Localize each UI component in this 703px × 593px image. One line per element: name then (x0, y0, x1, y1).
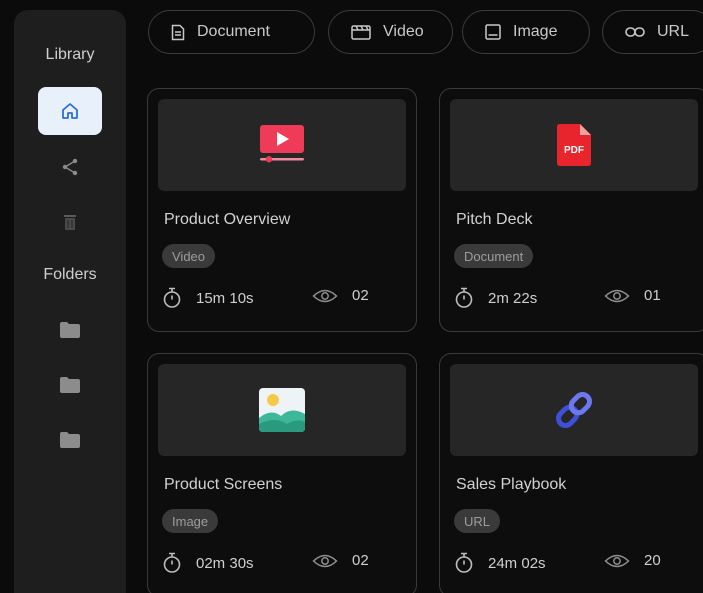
stopwatch-icon (455, 552, 473, 573)
picture-icon (259, 388, 305, 432)
views: 02 (312, 287, 369, 304)
duration-value: 15m 10s (196, 289, 254, 307)
pdf-icon: PDF (557, 124, 591, 166)
image-icon (485, 24, 501, 40)
views-value: 01 (644, 287, 661, 304)
folders-heading: Folders (43, 266, 97, 283)
duration: 2m 22s (454, 287, 537, 309)
content-card-sales-playbook[interactable]: Sales Playbook URL 24m 02s 20 (439, 353, 703, 593)
views: 20 (604, 552, 661, 569)
filter-image[interactable]: Image (462, 10, 590, 54)
card-title: Pitch Deck (456, 211, 533, 228)
stopwatch-icon (163, 552, 181, 573)
sidebar: Library Folders (14, 10, 126, 593)
share-icon (62, 158, 78, 176)
stopwatch-icon (163, 287, 181, 308)
video-player-icon (260, 125, 304, 163)
filter-document[interactable]: Document (148, 10, 315, 54)
svg-text:PDF: PDF (564, 145, 584, 156)
type-badge: Image (162, 509, 219, 533)
link-icon (625, 27, 645, 37)
card-thumbnail (158, 99, 406, 191)
duration-value: 2m 22s (488, 289, 538, 307)
eye-icon (604, 289, 630, 302)
card-title: Sales Playbook (456, 476, 567, 493)
card-thumbnail (450, 364, 698, 456)
content-card-product-overview[interactable]: Product Overview Video 15m 10s 02 (147, 88, 417, 332)
library-page: Library Folders Document Video Image URL… (0, 0, 703, 593)
duration: 15m 10s (162, 287, 254, 309)
duration-value: 02m 30s (196, 554, 254, 572)
views: 02 (312, 552, 369, 569)
filter-video[interactable]: Video (328, 10, 453, 54)
type-badge: Document (454, 244, 534, 268)
home-icon (62, 103, 78, 119)
sidebar-folder-3[interactable] (38, 416, 102, 464)
sidebar-item-share[interactable] (38, 143, 102, 191)
views: 01 (604, 287, 661, 304)
card-thumbnail (158, 364, 406, 456)
folder-icon (60, 377, 80, 393)
duration-value: 24m 02s (488, 554, 546, 572)
eye-icon (312, 554, 338, 567)
duration: 24m 02s (454, 552, 546, 574)
card-title: Product Overview (164, 211, 291, 228)
card-title: Product Screens (164, 476, 283, 493)
filter-label: Image (513, 23, 558, 40)
sidebar-item-trash[interactable] (38, 198, 102, 246)
filter-label: Video (383, 23, 424, 40)
folder-icon (60, 432, 80, 448)
trash-icon (64, 215, 76, 230)
stopwatch-icon (455, 287, 473, 308)
views-value: 02 (352, 287, 369, 304)
sidebar-folder-1[interactable] (38, 306, 102, 354)
document-icon (171, 24, 185, 40)
type-badge: URL (454, 509, 501, 533)
sidebar-folder-2[interactable] (38, 361, 102, 409)
eye-icon (604, 554, 630, 567)
folder-icon (60, 322, 80, 338)
filter-label: Document (197, 23, 270, 40)
eye-icon (312, 289, 338, 302)
views-value: 20 (644, 552, 661, 569)
content-card-pitch-deck[interactable]: PDF Pitch Deck Document 2m 22s 01 (439, 88, 703, 332)
filter-label: URL (657, 23, 690, 40)
video-icon (351, 25, 371, 40)
views-value: 02 (352, 552, 369, 569)
duration: 02m 30s (162, 552, 254, 574)
card-thumbnail: PDF (450, 99, 698, 191)
chain-link-icon (556, 392, 592, 428)
content-card-product-screens[interactable]: Product Screens Image 02m 30s 02 (147, 353, 417, 593)
type-badge: Video (162, 244, 216, 268)
filter-url[interactable]: URL (602, 10, 703, 54)
library-heading: Library (45, 46, 95, 63)
sidebar-item-home[interactable] (38, 87, 102, 135)
